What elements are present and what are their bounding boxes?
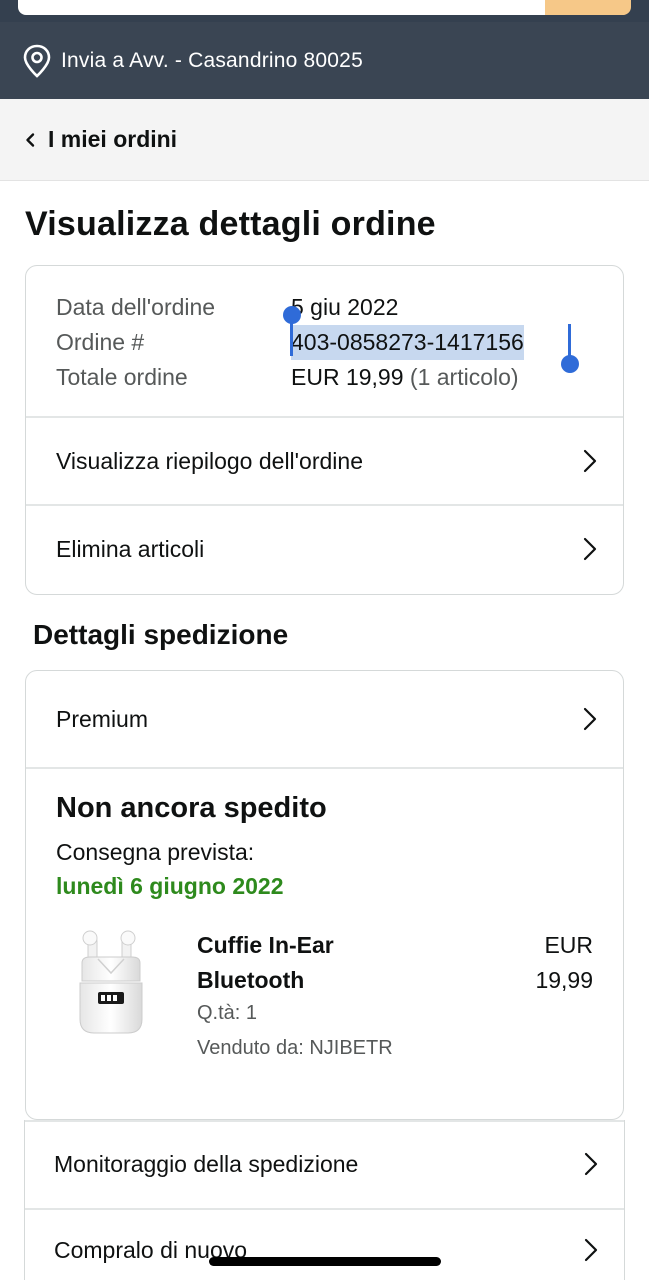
- track-shipment-link[interactable]: Monitoraggio della spedizione: [25, 1120, 624, 1208]
- earbuds-case-icon[interactable]: [76, 929, 146, 1044]
- product-seller: Venduto da: NJIBETR: [197, 1037, 393, 1059]
- divider: [26, 767, 623, 769]
- chevron-left-icon: [22, 131, 40, 149]
- order-date-label: Data dell'ordine: [56, 294, 216, 320]
- shipment-card: Premium Non ancora spedito Consegna prev…: [25, 670, 624, 1120]
- home-indicator[interactable]: [209, 1257, 441, 1266]
- search-input[interactable]: [18, 0, 630, 15]
- chevron-right-icon: [583, 537, 597, 561]
- shipping-section-title: Dettagli spedizione: [33, 619, 289, 650]
- chevron-right-icon: [583, 707, 597, 731]
- order-number-value[interactable]: 403-0858273-1417156: [291, 325, 524, 360]
- order-item-count: (1 articolo): [409, 364, 519, 390]
- search-button[interactable]: [545, 0, 631, 15]
- shipment-actions: Monitoraggio della spedizione Compralo d…: [24, 1120, 625, 1280]
- track-shipment-label: Monitoraggio della spedizione: [54, 1150, 359, 1177]
- view-order-summary-link[interactable]: Visualizza riepilogo dell'ordine: [26, 417, 623, 505]
- product-quantity: Q.tà: 1: [197, 1002, 258, 1024]
- back-label: I miei ordini: [48, 126, 178, 152]
- product-title-line2: Bluetooth: [197, 967, 305, 993]
- page-title: Visualizza dettagli ordine: [25, 205, 436, 243]
- expected-delivery-date: lunedì 6 giugno 2022: [56, 873, 284, 899]
- delivery-location-bar[interactable]: Invia a Avv. - Casandrino 80025: [0, 22, 649, 99]
- product-title[interactable]: Cuffie In-Ear Bluetooth: [197, 928, 397, 998]
- selection-start-bar: [290, 316, 293, 356]
- product-title-line1: Cuffie In-Ear: [197, 932, 334, 958]
- chevron-right-icon: [583, 449, 597, 473]
- selection-end-handle[interactable]: [561, 355, 579, 373]
- remove-items-label: Elimina articoli: [56, 535, 205, 562]
- location-pin-icon: [22, 44, 52, 78]
- shipment-status: Non ancora spedito: [56, 792, 327, 824]
- shipping-method-row[interactable]: Premium: [26, 671, 623, 767]
- shipping-method-label: Premium: [56, 705, 149, 732]
- product-price: EUR 19,99: [535, 928, 593, 998]
- product-price-currency: EUR: [544, 932, 593, 958]
- expected-delivery-label: Consegna prevista:: [56, 839, 255, 865]
- buy-again-link[interactable]: Compralo di nuovo: [25, 1209, 624, 1280]
- order-total-label: Totale ordine: [56, 364, 188, 390]
- back-to-orders[interactable]: I miei ordini: [0, 99, 649, 181]
- search-bar-strip: [0, 0, 649, 22]
- order-number-label: Ordine #: [56, 329, 145, 355]
- view-order-summary-label: Visualizza riepilogo dell'ordine: [56, 447, 363, 474]
- delivery-location-text: Invia a Avv. - Casandrino 80025: [61, 48, 363, 72]
- order-total-amount: EUR 19,99: [291, 364, 404, 390]
- chevron-right-icon: [584, 1238, 598, 1262]
- product-price-amount: 19,99: [535, 967, 593, 993]
- order-summary-card: Data dell'ordine 5 giu 2022 Ordine # 403…: [25, 265, 624, 595]
- chevron-right-icon: [584, 1152, 598, 1176]
- order-date-value: 5 giu 2022: [291, 294, 399, 320]
- remove-items-link[interactable]: Elimina articoli: [26, 505, 623, 593]
- order-total-value: EUR 19,99 (1 articolo): [291, 360, 519, 395]
